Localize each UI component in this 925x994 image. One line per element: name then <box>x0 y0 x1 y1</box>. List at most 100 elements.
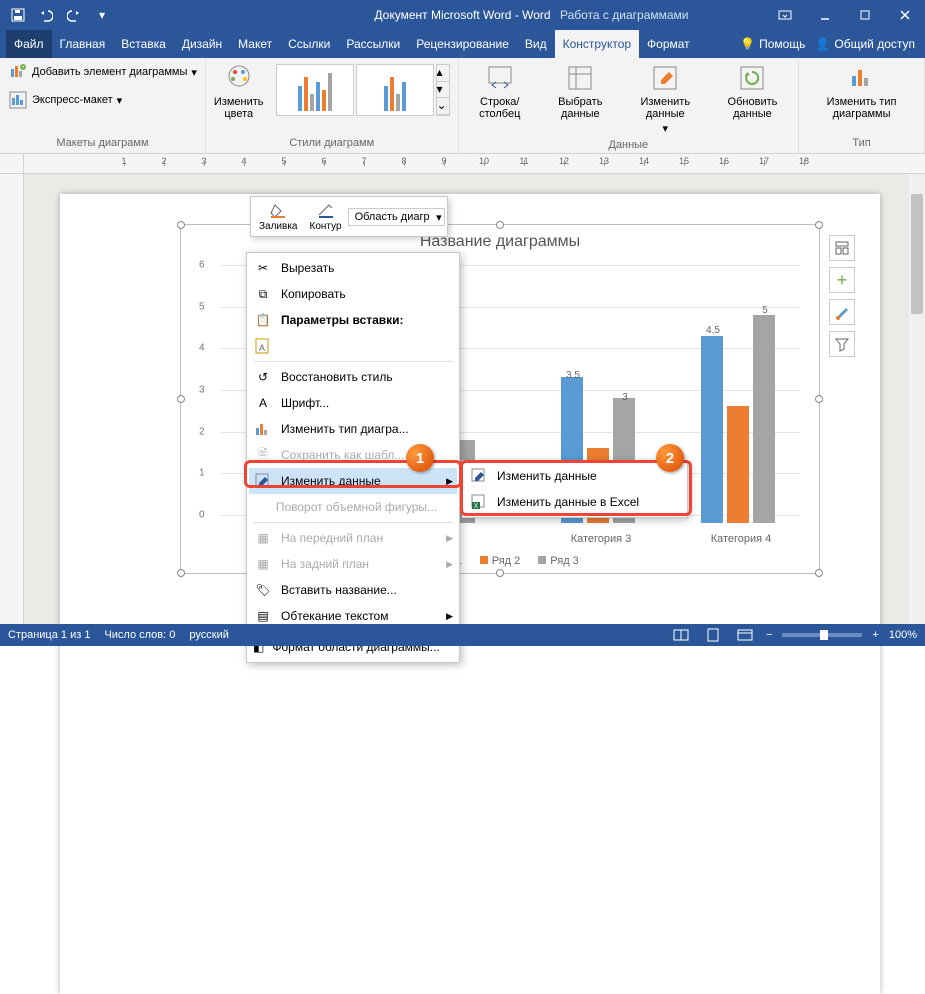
tab-design[interactable]: Дизайн <box>174 30 230 58</box>
ctx-paste-option-item[interactable]: A <box>249 333 457 359</box>
ctx-cut[interactable]: ✂Вырезать <box>249 255 457 281</box>
tab-file[interactable]: Файл <box>6 30 52 58</box>
status-word-count[interactable]: Число слов: 0 <box>104 629 175 641</box>
quick-access-toolbar: ▾ <box>0 3 120 27</box>
tell-me[interactable]: 💡Помощь <box>740 37 805 51</box>
mini-toolbar: Заливка Контур Область диагр▾ <box>250 196 448 237</box>
zoom-in-icon[interactable]: + <box>872 629 878 641</box>
undo-icon[interactable] <box>34 3 58 27</box>
read-mode-icon[interactable] <box>670 626 692 644</box>
tab-references[interactable]: Ссылки <box>280 30 338 58</box>
callout-badge-2: 2 <box>656 444 684 472</box>
change-type-icon <box>846 62 878 94</box>
ctx-rotate-3d: Поворот объемной фигуры... <box>249 494 457 520</box>
window-controls <box>765 0 925 30</box>
save-icon[interactable] <box>6 3 30 27</box>
refresh-data-button[interactable]: Обновить данные <box>711 60 794 122</box>
zoom-value[interactable]: 100% <box>889 629 917 641</box>
ctx-font[interactable]: AШрифт... <box>249 390 457 416</box>
print-layout-icon[interactable] <box>702 626 724 644</box>
edit-data-button[interactable]: Изменить данные ▾ <box>624 60 707 137</box>
layout-options-icon[interactable] <box>829 235 855 261</box>
ctx-edit-data[interactable]: Изменить данные▶ <box>249 468 457 494</box>
group-label: Данные <box>463 137 795 155</box>
ribbon-tabs: Файл Главная Вставка Дизайн Макет Ссылки… <box>0 30 925 58</box>
tab-format[interactable]: Формат <box>639 30 698 58</box>
ctx-insert-caption[interactable]: 🏷Вставить название... <box>249 577 457 603</box>
vertical-scrollbar[interactable] <box>909 174 925 624</box>
horizontal-ruler[interactable]: 123456789101112131415161718 <box>0 154 925 174</box>
chart-icon <box>253 420 273 438</box>
style-item[interactable] <box>276 64 354 116</box>
chart-styles-icon[interactable] <box>829 299 855 325</box>
fill-icon <box>268 201 288 221</box>
group-label: Тип <box>803 135 920 153</box>
status-language[interactable]: русский <box>189 629 228 641</box>
zoom-slider[interactable] <box>782 633 862 637</box>
ctx-change-chart-type[interactable]: Изменить тип диагра... <box>249 416 457 442</box>
tab-mailings[interactable]: Рассылки <box>338 30 408 58</box>
fill-button[interactable]: Заливка <box>253 199 304 234</box>
web-layout-icon[interactable] <box>734 626 756 644</box>
ribbon: +Добавить элемент диаграммы ▾ Экспресс-м… <box>0 58 925 154</box>
close-icon[interactable] <box>885 0 925 30</box>
select-data-button[interactable]: Выбрать данные <box>541 60 620 122</box>
tab-review[interactable]: Рецензирование <box>408 30 517 58</box>
x-axis-label: Категория 3 <box>571 533 632 545</box>
ctx-send-back: ▦На задний план▶ <box>249 551 457 577</box>
context-submenu: Изменить данные XИзменить данные в Excel <box>462 460 688 518</box>
ctx-bring-front: ▦На передний план▶ <box>249 525 457 551</box>
add-chart-element-button[interactable]: +Добавить элемент диаграммы ▾ <box>4 60 201 84</box>
ribbon-options-icon[interactable] <box>765 0 805 30</box>
switch-icon <box>484 62 516 94</box>
tab-view[interactable]: Вид <box>517 30 555 58</box>
submenu-edit-data-excel[interactable]: XИзменить данные в Excel <box>465 489 685 515</box>
gallery-spinner[interactable]: ▴▾⌄ <box>436 64 450 116</box>
ctx-reset-style[interactable]: ↺Восстановить стиль <box>249 364 457 390</box>
status-bar: Страница 1 из 1 Число слов: 0 русский − … <box>0 624 925 646</box>
share-button[interactable]: 👤Общий доступ <box>815 37 915 51</box>
tab-chart-design[interactable]: Конструктор <box>555 30 639 58</box>
colors-icon <box>223 62 255 94</box>
qat-dropdown-icon[interactable]: ▾ <box>90 3 114 27</box>
chart-style-gallery[interactable]: ▴▾⌄ <box>272 60 454 120</box>
outline-button[interactable]: Контур <box>304 199 348 234</box>
svg-text:X: X <box>474 503 479 510</box>
font-icon: A <box>253 394 273 412</box>
tab-home[interactable]: Главная <box>52 30 114 58</box>
maximize-icon[interactable] <box>845 0 885 30</box>
ctx-copy[interactable]: ⧉Копировать <box>249 281 457 307</box>
style-item[interactable] <box>356 64 434 116</box>
edit-data-icon <box>253 472 273 490</box>
document-area: Название диаграммы 01234564,33,534,55 Ка… <box>0 174 925 624</box>
outline-icon <box>316 201 336 221</box>
redo-icon[interactable] <box>62 3 86 27</box>
minimize-icon[interactable] <box>805 0 845 30</box>
share-icon: 👤 <box>815 37 830 51</box>
ctx-paste-options: 📋Параметры вставки: <box>249 307 457 333</box>
status-page[interactable]: Страница 1 из 1 <box>8 629 90 641</box>
title-bar: ▾ Документ Microsoft Word - Word Работа … <box>0 0 925 30</box>
caption-icon: 🏷 <box>253 581 273 599</box>
group-type: Изменить тип диаграммы Тип <box>799 58 925 153</box>
change-colors-button[interactable]: Изменить цвета <box>210 60 268 122</box>
chart-element-combo[interactable]: Область диагр▾ <box>348 208 445 226</box>
zoom-out-icon[interactable]: − <box>766 629 772 641</box>
tab-insert[interactable]: Вставка <box>113 30 174 58</box>
chart-elements-icon[interactable]: + <box>829 267 855 293</box>
front-icon: ▦ <box>253 529 273 547</box>
group-chart-styles: Изменить цвета ▴▾⌄ Стили диаграмм <box>206 58 459 153</box>
change-chart-type-button[interactable]: Изменить тип диаграммы <box>803 60 920 122</box>
edit-data-icon <box>649 62 681 94</box>
group-data: Строка/столбец Выбрать данные Изменить д… <box>459 58 800 153</box>
submenu-edit-data[interactable]: Изменить данные <box>465 463 685 489</box>
vertical-ruler[interactable] <box>0 174 24 624</box>
quick-layout-icon <box>8 90 28 110</box>
scrollbar-thumb[interactable] <box>911 194 923 314</box>
tab-layout[interactable]: Макет <box>230 30 280 58</box>
quick-layout-button[interactable]: Экспресс-макет ▾ <box>4 88 201 112</box>
paste-icon: 📋 <box>253 311 273 329</box>
chart-filters-icon[interactable] <box>829 331 855 357</box>
group-label: Стили диаграмм <box>210 135 454 153</box>
switch-row-column-button[interactable]: Строка/столбец <box>463 60 537 122</box>
